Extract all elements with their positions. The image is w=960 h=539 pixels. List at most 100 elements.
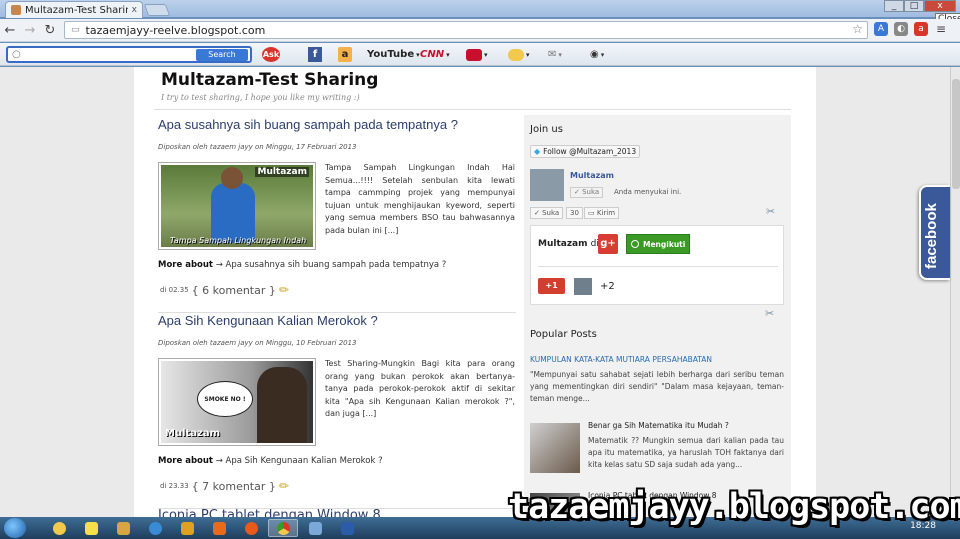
twitter-bird-icon: ◆	[534, 147, 541, 156]
tab-blog[interactable]: Multazam-Test Sharing x	[5, 1, 143, 18]
facebook-like-box: Multazam ✓ Suka Anda menyukai ini. ✓ Suk…	[530, 169, 784, 224]
ask-extension-icon[interactable]: a	[914, 22, 928, 36]
facebook-send-button[interactable]: ▭ Kirim	[584, 207, 620, 219]
popular-post-title[interactable]: Benar ga Sih Matematika itu Mudah ?	[588, 421, 729, 430]
minimize-button[interactable]: _	[884, 0, 904, 12]
blogger-edit-tool-icon[interactable]: ✂	[766, 205, 775, 218]
follower-avatar[interactable]	[574, 278, 592, 295]
back-arrow-icon[interactable]: ←	[0, 23, 20, 38]
facebook-avatar[interactable]	[530, 169, 564, 201]
facebook-like-small-button[interactable]: ✓ Suka	[530, 207, 564, 219]
start-button[interactable]	[4, 518, 26, 538]
translate-icon[interactable]: A	[874, 22, 888, 36]
comment-count-link[interactable]: { 6 komentar }	[192, 284, 276, 297]
taskbar-app-folder[interactable]	[300, 519, 330, 537]
post-time: di 02.35	[160, 286, 189, 294]
post-thumbnail[interactable]: Multazam Tampa Sampah Lingkungan Indah	[158, 162, 316, 250]
post-thumbnail[interactable]: SMOKE NO ! Multazam	[158, 358, 316, 446]
forward-arrow-icon[interactable]: →	[20, 23, 40, 38]
post-item: Apa susahnya sih buang sampah pada tempa…	[158, 117, 516, 313]
yahoo-icon	[84, 521, 98, 535]
browser-titlebar: Multazam-Test Sharing x _ □ x	[0, 0, 960, 18]
window-close-button[interactable]: x	[924, 0, 956, 12]
scroll-thumb[interactable]	[952, 79, 960, 189]
cnn-button[interactable]: CNN ▾	[420, 47, 450, 62]
post-meta: Diposkan oleh tazaem jayy on Minggu, 10 …	[158, 339, 357, 347]
facebook-page-name[interactable]: Multazam	[570, 171, 614, 180]
taskbar-app-winamp[interactable]	[172, 519, 202, 537]
plus-one-button[interactable]: +1	[538, 278, 565, 294]
tab-favicon-icon	[11, 5, 21, 15]
taskbar-app-word[interactable]	[332, 519, 362, 537]
facebook-you-like-text: Anda menyukai ini.	[614, 188, 682, 196]
ask-search-input[interactable]: ○ Search	[6, 46, 252, 63]
send-icon: ▭	[588, 209, 597, 217]
extension-icon[interactable]: ◐	[894, 22, 908, 36]
facebook-like-button[interactable]: ✓ Suka	[570, 187, 604, 198]
post-footer: di 23.33 { 7 komentar } ✏	[160, 479, 289, 493]
sidebar: Join us ◆ Follow @Multazam_2013 Multazam…	[524, 115, 791, 517]
thumb-label: Multazam	[255, 167, 309, 177]
comment-count-link[interactable]: { 7 komentar }	[192, 480, 276, 493]
taskbar-app-explorer[interactable]	[108, 519, 138, 537]
more-about-link[interactable]: More about → Apa susahnya sih buang samp…	[158, 260, 446, 270]
popular-post-link[interactable]: KUMPULAN KATA-KATA MUTIARA PERSAHABATAN	[530, 355, 712, 364]
page-scrollbar[interactable]	[950, 67, 960, 517]
person-figure	[211, 183, 255, 243]
post-excerpt: Tampa Sampah Lingkungan Indah Hai Semua.…	[325, 163, 515, 235]
reload-icon[interactable]: ↻	[40, 23, 60, 38]
watermark-text: tazaemjayy.blogspot.com	[508, 487, 960, 527]
popular-post-snippet: "Mempunyai satu sahabat sejati lebih ber…	[530, 370, 784, 403]
taskbar-app-yahoo[interactable]	[76, 519, 106, 537]
ask-logo-icon[interactable]: Ask	[262, 47, 280, 62]
chrome-icon	[276, 521, 290, 535]
eye-icon[interactable]: ◉ ▾	[590, 47, 604, 62]
mail-icon[interactable]: ✉ ▾	[548, 47, 562, 62]
header-divider	[154, 109, 791, 110]
folder-icon	[116, 521, 130, 535]
bookmark-star-icon[interactable]: ☆	[852, 22, 863, 36]
post-title-link[interactable]: Iconia PC tablet dengan Window 8	[158, 508, 381, 517]
youtube-button[interactable]: YouTube ▾	[367, 47, 420, 62]
tab-close-icon[interactable]: x	[132, 5, 137, 15]
tab-title: Multazam-Test Sharing	[25, 4, 128, 16]
taskbar-app-chrome[interactable]	[268, 519, 298, 537]
edit-pencil-icon[interactable]: ✏	[279, 479, 289, 493]
twitter-follow-button[interactable]: ◆ Follow @Multazam_2013	[530, 145, 641, 158]
edit-pencil-icon[interactable]: ✏	[279, 283, 289, 297]
google-plus-name: Multazam di	[538, 239, 599, 249]
games-icon[interactable]: ▾	[466, 47, 488, 62]
plus-one-count: +2	[600, 281, 615, 292]
post-meta: Diposkan oleh tazaem jayy on Minggu, 17 …	[158, 143, 357, 151]
new-tab-button[interactable]	[143, 4, 171, 16]
google-plus-icon[interactable]: g+	[598, 234, 618, 254]
popular-post-thumbnail[interactable]	[530, 423, 580, 473]
facebook-icon[interactable]: f	[308, 47, 322, 62]
ask-search-button[interactable]: Search	[196, 49, 248, 61]
taskbar-app-messenger[interactable]	[44, 519, 74, 537]
facebook-side-tab[interactable]: facebook	[919, 185, 950, 280]
post-excerpt: Test Sharing-Mungkin Bagi kita para oran…	[325, 359, 515, 418]
weather-icon[interactable]: ▾	[508, 47, 530, 62]
blog-title[interactable]: Multazam-Test Sharing	[161, 70, 378, 90]
person-figure	[257, 367, 307, 443]
amazon-icon[interactable]: a	[338, 47, 352, 62]
address-bar[interactable]: ▭ tazaemjayy-reelve.blogspot.com ☆	[64, 21, 868, 39]
winamp-icon	[180, 521, 194, 535]
firefox-icon	[244, 521, 258, 535]
popular-post-item[interactable]: Benar ga Sih Matematika itu Mudah ? Mate…	[530, 421, 784, 473]
facebook-like-count: 30	[566, 207, 583, 219]
menu-icon[interactable]: ≡	[934, 22, 948, 36]
blogger-edit-tool-icon[interactable]: ✂	[765, 307, 774, 320]
post-title-link[interactable]: Apa susahnya sih buang sampah pada tempa…	[158, 117, 458, 132]
post-title-link[interactable]: Apa Sih Kengunaan Kalian Merokok ?	[158, 313, 378, 328]
speech-bubble: SMOKE NO !	[197, 381, 253, 417]
blog-description: I try to test sharing, I hope you like m…	[161, 93, 360, 102]
google-plus-follow-button[interactable]: Mengikuti	[626, 234, 690, 254]
window-icon	[308, 521, 322, 535]
maximize-button[interactable]: □	[904, 0, 924, 12]
taskbar-app-firefox[interactable]	[236, 519, 266, 537]
more-about-link[interactable]: More about → Apa Sih Kengunaan Kalian Me…	[158, 456, 383, 466]
taskbar-app-ie[interactable]	[140, 519, 170, 537]
taskbar-app-media[interactable]	[204, 519, 234, 537]
